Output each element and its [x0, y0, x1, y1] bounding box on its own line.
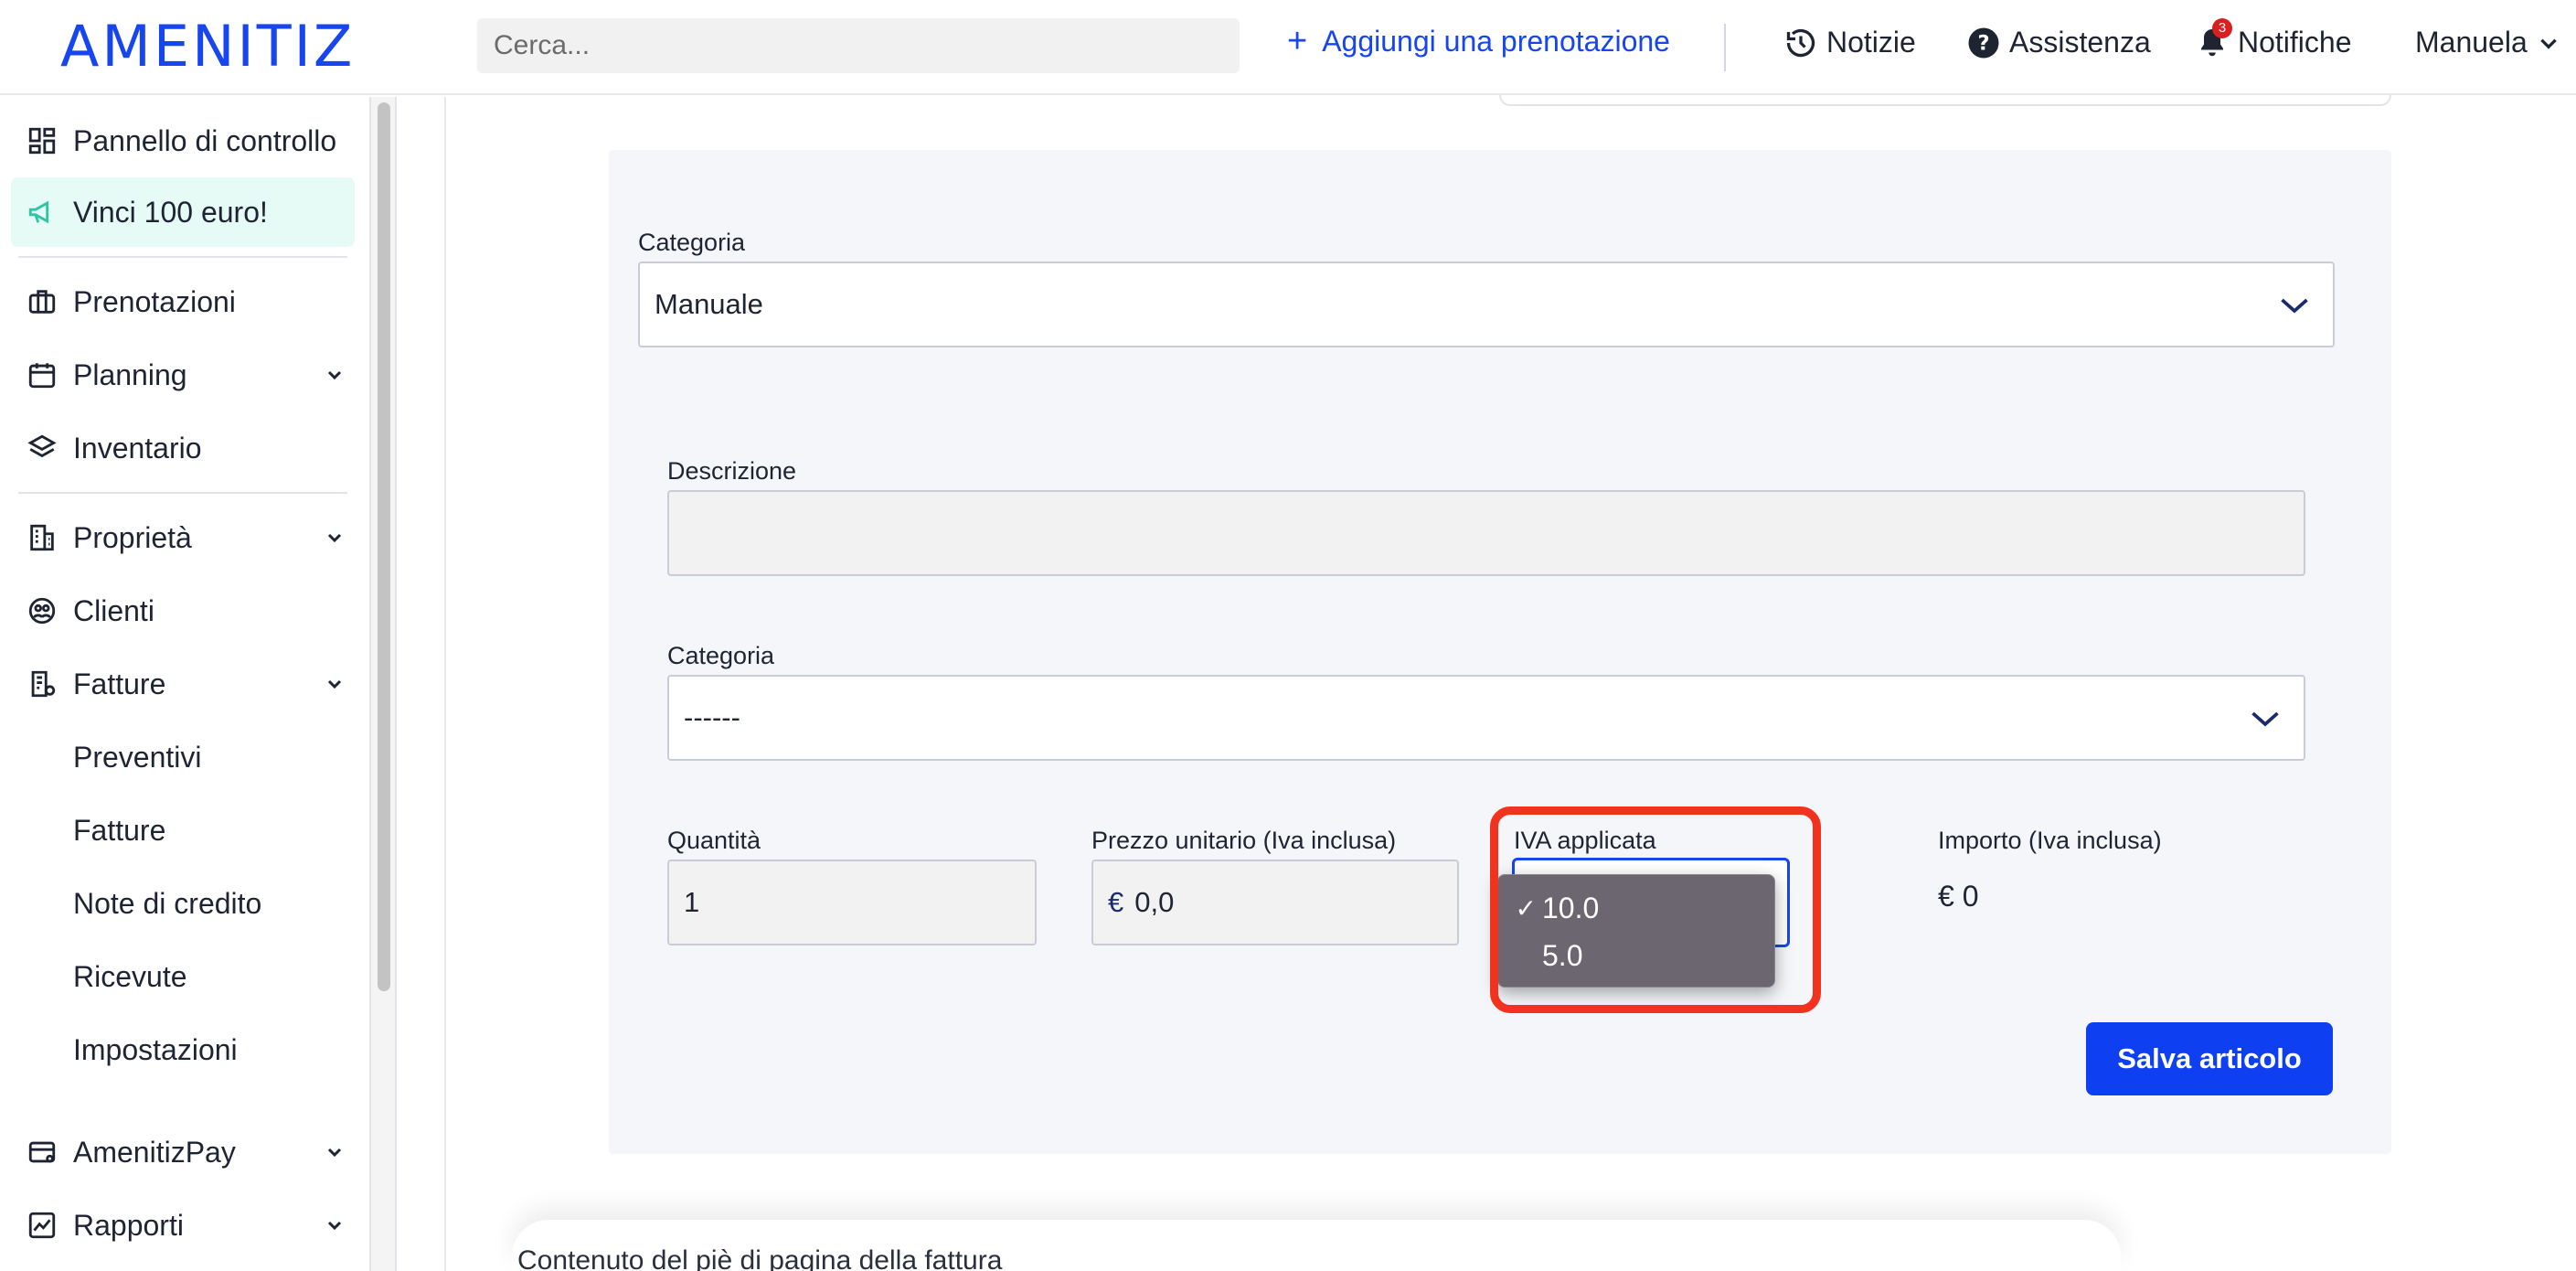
amount-value: € 0	[1938, 880, 1979, 913]
sidebar-item-label: Impostazioni	[73, 1032, 238, 1066]
help-link[interactable]: ? Assistenza	[1967, 26, 2151, 59]
sidebar-item-reports[interactable]: Rapporti	[11, 1191, 355, 1260]
card-icon	[11, 1137, 73, 1168]
header-divider	[1724, 24, 1726, 71]
sidebar: Pannello di controllo Vinci 100 euro! Pr…	[0, 97, 371, 1271]
sidebar-item-label: Fatture	[73, 813, 166, 847]
notifications-badge: 3	[2212, 18, 2232, 38]
top-header: AMENITIZ + Aggiungi una prenotazione Not…	[0, 0, 2576, 95]
sidebar-scrollbar-thumb[interactable]	[378, 102, 390, 991]
sidebar-item-label: Ricevute	[73, 959, 187, 993]
chevron-down-icon	[2540, 38, 2557, 49]
news-label: Notizie	[1826, 26, 1916, 59]
user-name: Manuela	[2415, 26, 2528, 59]
sidebar-item-label: Rapporti	[73, 1208, 184, 1242]
category-select[interactable]: ------	[667, 675, 2305, 761]
suitcase-icon	[11, 286, 73, 317]
sidebar-item-amenitizpay[interactable]: AmenitizPay	[11, 1117, 355, 1187]
category-top-value: Manuale	[655, 288, 763, 320]
svg-text:?: ?	[1977, 31, 1989, 55]
invoice-icon	[11, 668, 73, 700]
sidebar-item-label: Note di credito	[73, 886, 262, 920]
description-input[interactable]	[667, 490, 2305, 576]
chevron-down-icon	[327, 370, 342, 380]
quantity-value: 1	[684, 886, 700, 918]
sidebar-item-label: Pannello di controllo	[73, 123, 337, 157]
category-top-select[interactable]: Manuale	[638, 262, 2335, 347]
chevron-down-icon	[2251, 711, 2279, 727]
layers-icon	[11, 433, 73, 464]
megaphone-icon	[11, 197, 73, 228]
sidebar-item-label: Proprietà	[73, 520, 192, 554]
unit-price-value: 0,0	[1134, 886, 1175, 918]
vat-highlight-annotation	[1490, 806, 1821, 1013]
history-icon	[1786, 28, 1815, 57]
help-label: Assistenza	[2009, 26, 2151, 59]
sidebar-item-label: Inventario	[73, 431, 202, 465]
category-label: Categoria	[667, 642, 775, 669]
sidebar-item-guests[interactable]: Clienti	[11, 576, 355, 646]
chevron-down-icon	[327, 1221, 342, 1231]
sidebar-divider	[18, 492, 347, 494]
sidebar-item-invoices-list[interactable]: Fatture	[11, 796, 355, 865]
previous-section-box	[1499, 95, 2391, 106]
question-circle-icon: ?	[1968, 27, 1999, 58]
euro-sign: €	[1108, 886, 1124, 918]
sidebar-item-credit-notes[interactable]: Note di credito	[11, 869, 355, 938]
guests-icon	[11, 595, 73, 626]
sidebar-item-properties[interactable]: Proprietà	[11, 503, 355, 572]
calendar-icon	[11, 359, 73, 390]
invoice-footer-label: Contenuto del piè di pagina della fattur…	[517, 1245, 1003, 1271]
quantity-label: Quantità	[667, 827, 761, 854]
sidebar-divider	[18, 256, 347, 258]
sidebar-item-label: Clienti	[73, 593, 154, 627]
unit-price-input[interactable]: € 0,0	[1091, 860, 1459, 945]
sidebar-item-receipts[interactable]: Ricevute	[11, 942, 355, 1011]
sidebar-item-label: Planning	[73, 358, 187, 391]
amount-label: Importo (Iva inclusa)	[1938, 827, 2162, 854]
sidebar-item-label: Prenotazioni	[73, 284, 236, 318]
chevron-down-icon	[327, 1148, 342, 1158]
building-icon	[11, 522, 73, 553]
search-input[interactable]	[477, 18, 1240, 73]
plus-icon: +	[1287, 22, 1308, 60]
quantity-input[interactable]: 1	[667, 860, 1037, 945]
notifications-label: Notifiche	[2238, 26, 2352, 59]
dashboard-icon	[11, 125, 73, 156]
sidebar-item-referral[interactable]: Vinci 100 euro!	[11, 177, 355, 247]
sidebar-item-label: Preventivi	[73, 740, 202, 774]
add-booking-link[interactable]: + Aggiungi una prenotazione	[1287, 24, 1670, 59]
user-menu[interactable]: Manuela	[2415, 26, 2560, 59]
amenitiz-logo[interactable]: AMENITIZ	[60, 13, 355, 80]
sidebar-item-label: Fatture	[73, 667, 166, 700]
sidebar-item-dashboard[interactable]: Pannello di controllo	[11, 106, 355, 176]
sidebar-item-bookings[interactable]: Prenotazioni	[11, 267, 355, 336]
add-booking-label: Aggiungi una prenotazione	[1322, 24, 1670, 58]
chevron-down-icon	[327, 679, 342, 689]
sidebar-item-settings[interactable]: Impostazioni	[11, 1015, 355, 1084]
sidebar-item-inventory[interactable]: Inventario	[11, 413, 355, 483]
category-top-label: Categoria	[638, 229, 746, 256]
description-label: Descrizione	[667, 457, 797, 485]
unit-price-label: Prezzo unitario (Iva inclusa)	[1091, 827, 1397, 854]
sidebar-item-invoices[interactable]: Fatture	[11, 649, 355, 719]
chevron-down-icon	[2281, 298, 2308, 314]
sidebar-item-quotes[interactable]: Preventivi	[11, 722, 355, 792]
news-link[interactable]: Notizie	[1784, 26, 1916, 59]
sidebar-item-label: AmenitizPay	[73, 1135, 236, 1169]
save-item-button[interactable]: Salva articolo	[2086, 1022, 2333, 1095]
sidebar-item-planning[interactable]: Planning	[11, 340, 355, 410]
chevron-down-icon	[327, 533, 342, 543]
sidebar-item-label: Vinci 100 euro!	[73, 195, 268, 229]
chart-icon	[11, 1210, 73, 1241]
category-value: ------	[684, 701, 740, 733]
